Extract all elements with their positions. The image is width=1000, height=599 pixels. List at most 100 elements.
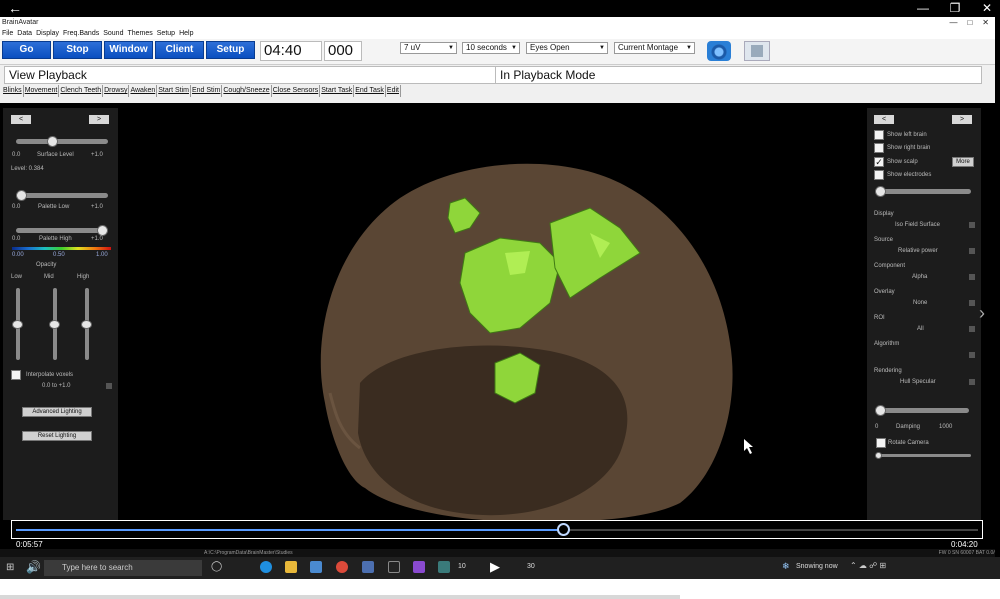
right-next-button[interactable]: >	[952, 115, 972, 124]
rendering-value[interactable]: Hull Specular	[900, 379, 936, 385]
menu-setup[interactable]: Setup	[157, 29, 175, 39]
close-icon[interactable]: ✕	[980, 1, 994, 15]
back-arrow-icon[interactable]: ←	[8, 1, 22, 15]
next-chevron-icon[interactable]: ›	[979, 303, 985, 324]
event-start-stim[interactable]: Start Stim	[157, 85, 191, 97]
menu-display[interactable]: Display	[36, 29, 59, 39]
menu-data[interactable]: Data	[17, 29, 32, 39]
visual-studio-icon[interactable]	[413, 561, 425, 573]
show-left-brain-checkbox[interactable]	[874, 130, 884, 140]
app-restore-icon[interactable]: □	[967, 17, 972, 29]
slider-knob[interactable]	[49, 319, 60, 329]
roi-dropdown-icon[interactable]	[969, 326, 975, 332]
menu-freq-bands[interactable]: Freq.Bands	[63, 29, 99, 39]
left-prev-button[interactable]: <	[11, 115, 31, 124]
advanced-lighting-button[interactable]: Advanced Lighting	[22, 407, 92, 417]
slider-knob[interactable]	[47, 136, 59, 147]
reset-lighting-button[interactable]: Reset Lighting	[22, 431, 92, 441]
source-value[interactable]: Relative power	[898, 248, 938, 254]
slider-knob[interactable]	[12, 319, 23, 329]
display-value[interactable]: Iso Field Surface	[895, 222, 940, 228]
start-icon[interactable]: ⊞	[6, 562, 14, 573]
chrome-icon[interactable]	[336, 561, 348, 573]
event-cough-sneeze[interactable]: Cough/Sneeze	[222, 85, 272, 97]
show-scalp-checkbox[interactable]: ✓	[874, 157, 884, 167]
terminal-icon[interactable]	[388, 561, 400, 573]
electrode-size-slider[interactable]	[875, 186, 971, 197]
event-blinks[interactable]: Blinks	[2, 85, 24, 97]
component-dropdown-icon[interactable]	[969, 274, 975, 280]
event-clench-teeth[interactable]: Clench Teeth	[59, 85, 104, 97]
slider-knob[interactable]	[875, 186, 886, 197]
brain-3d-view[interactable]	[120, 103, 866, 533]
brainavatar-taskbar-icon[interactable]	[438, 561, 450, 573]
algorithm-dropdown-icon[interactable]	[969, 352, 975, 358]
tray-icons[interactable]: ⌃ ☁ ☍ ⊞	[850, 561, 886, 570]
event-end-stim[interactable]: End Stim	[191, 85, 223, 97]
taskbar-search[interactable]: Type here to search	[44, 560, 202, 576]
forward-30-button[interactable]: 30	[527, 563, 535, 570]
stop-button[interactable]: Stop	[53, 41, 102, 59]
menu-file[interactable]: File	[2, 29, 13, 39]
slider-knob[interactable]	[875, 405, 886, 416]
source-dropdown-icon[interactable]	[969, 248, 975, 254]
event-edit[interactable]: Edit	[386, 85, 401, 97]
event-close-sensors[interactable]: Close Sensors	[272, 85, 321, 97]
condition-select[interactable]: Eyes Open ▼	[526, 42, 608, 54]
interpolate-checkbox[interactable]	[11, 370, 21, 380]
menu-themes[interactable]: Themes	[127, 29, 152, 39]
show-electrodes-checkbox[interactable]	[874, 170, 884, 180]
slider-knob[interactable]	[16, 190, 27, 201]
camera-icon[interactable]	[707, 41, 731, 61]
slider-knob[interactable]	[875, 452, 882, 459]
file-explorer-icon[interactable]	[285, 561, 297, 573]
task-view-icon[interactable]: ◯	[211, 561, 222, 572]
band-high-slider[interactable]	[81, 288, 92, 360]
event-end-task[interactable]: End Task	[354, 85, 386, 97]
right-prev-button[interactable]: <	[874, 115, 894, 124]
damping-slider[interactable]	[875, 405, 969, 416]
event-drowsy[interactable]: Drowsy	[103, 85, 130, 97]
edge-icon[interactable]	[260, 561, 272, 573]
volume-icon[interactable]: 🔊	[26, 560, 41, 574]
rendering-dropdown-icon[interactable]	[969, 379, 975, 385]
app-icon[interactable]	[362, 561, 374, 573]
display-dropdown-icon[interactable]	[969, 222, 975, 228]
overlay-dropdown-icon[interactable]	[969, 300, 975, 306]
restore-icon[interactable]: ❐	[948, 1, 962, 15]
montage-select[interactable]: Current Montage ▼	[614, 42, 695, 54]
window-button[interactable]: Window	[104, 41, 153, 59]
surface-level-slider[interactable]	[16, 136, 108, 147]
play-icon[interactable]: ▶	[490, 559, 500, 575]
scale-select[interactable]: 7 uV ▼	[400, 42, 457, 54]
setup-button[interactable]: Setup	[206, 41, 255, 59]
minimize-icon[interactable]: —	[916, 1, 930, 15]
app-minimize-icon[interactable]: —	[949, 17, 957, 29]
rewind-10-button[interactable]: 10	[458, 563, 466, 570]
document-icon[interactable]	[744, 41, 770, 61]
slider-knob[interactable]	[81, 319, 92, 329]
event-movement[interactable]: Movement	[24, 85, 60, 97]
event-awaken[interactable]: Awaken	[129, 85, 158, 97]
event-start-task[interactable]: Start Task	[320, 85, 355, 97]
show-right-brain-checkbox[interactable]	[874, 143, 884, 153]
menu-sound[interactable]: Sound	[103, 29, 123, 39]
band-mid-slider[interactable]	[49, 288, 60, 360]
rotate-camera-checkbox[interactable]	[876, 438, 886, 448]
range-dropdown-icon[interactable]	[106, 383, 112, 389]
go-button[interactable]: Go	[2, 41, 51, 59]
overlay-value[interactable]: None	[913, 300, 927, 306]
menu-help[interactable]: Help	[179, 29, 193, 39]
left-next-button[interactable]: >	[89, 115, 109, 124]
band-low-slider[interactable]	[12, 288, 23, 360]
roi-value[interactable]: All	[917, 326, 924, 332]
store-icon[interactable]	[310, 561, 322, 573]
palette-high-slider[interactable]	[16, 225, 108, 236]
weather-text[interactable]: Snowing now	[796, 563, 838, 570]
client-button[interactable]: Client	[155, 41, 204, 59]
slider-knob[interactable]	[97, 225, 108, 236]
palette-low-slider[interactable]	[16, 190, 108, 201]
app-close-icon[interactable]: ✕	[982, 17, 989, 29]
rotate-speed-slider[interactable]	[875, 452, 971, 459]
video-timeline[interactable]	[11, 520, 983, 539]
